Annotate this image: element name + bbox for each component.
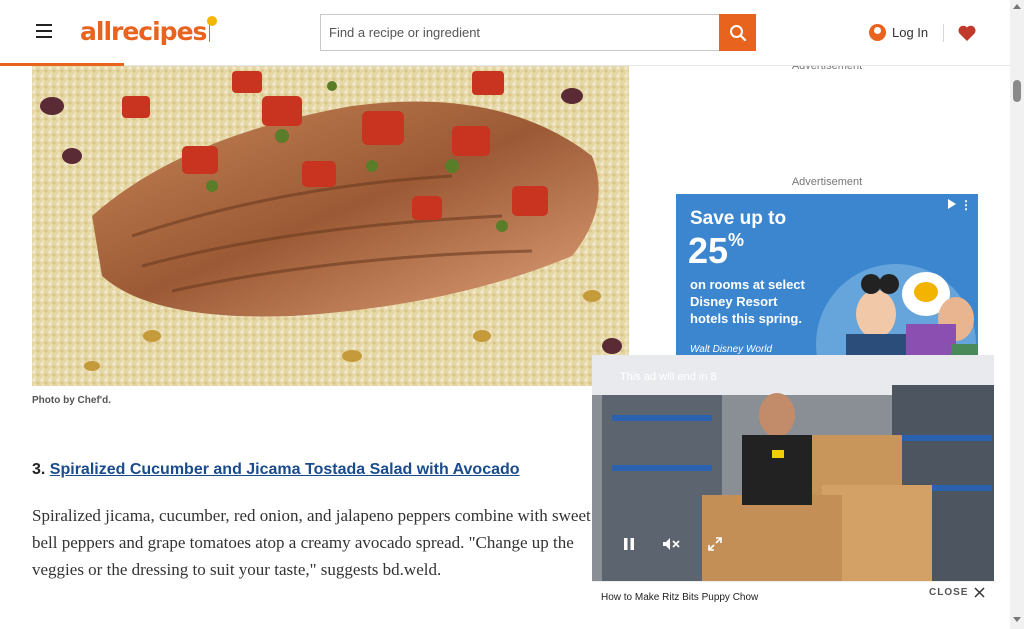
recipe-link[interactable]: Spiralized Cucumber and Jicama Tostada S…: [50, 461, 520, 478]
heart-icon: [958, 25, 976, 41]
favorites-button[interactable]: [955, 21, 979, 45]
close-video-button[interactable]: CLOSE: [929, 587, 985, 598]
salmon-couscous-image: [32, 66, 629, 386]
close-label: CLOSE: [929, 587, 969, 598]
ad-countdown: This ad will end in 8: [620, 371, 717, 383]
ad-body: on rooms at select Disney Resort hotels …: [690, 277, 805, 326]
photo-caption: Photo by Chef'd.: [32, 395, 112, 406]
user-icon: [869, 24, 886, 41]
video-frame: [592, 355, 994, 581]
ad-percent: 25%: [688, 230, 745, 271]
recipe-number: 3.: [32, 461, 46, 478]
recipe-photo: [32, 66, 629, 386]
menu-button[interactable]: [30, 17, 58, 45]
pause-icon: [624, 538, 634, 550]
ad-headline: Save up to: [690, 208, 787, 229]
mute-button[interactable]: [656, 533, 686, 555]
fullscreen-icon: [708, 537, 722, 551]
reading-progress-bar: [0, 63, 124, 66]
login-label: Log In: [892, 25, 929, 40]
site-header: allrecipes Log In: [0, 0, 1010, 66]
ad-brand: Walt Disney World: [690, 344, 773, 355]
fullscreen-button[interactable]: [700, 533, 730, 555]
scroll-up-arrow-icon[interactable]: [1013, 4, 1021, 9]
page-scrollbar[interactable]: [1010, 0, 1024, 629]
search-button[interactable]: [719, 14, 756, 51]
search-icon: [729, 24, 746, 41]
login-button[interactable]: Log In: [869, 20, 928, 45]
floating-video-player[interactable]: This ad will end in 8: [592, 355, 994, 581]
close-icon: [974, 587, 985, 598]
pause-button[interactable]: [614, 533, 644, 555]
ad-label-mid: Advertisement: [791, 176, 863, 188]
recipe-description: Spiralized jicama, cucumber, red onion, …: [32, 506, 591, 579]
ad-more-options-icon[interactable]: ⋮: [960, 198, 972, 212]
scroll-down-arrow-icon[interactable]: [1013, 617, 1021, 622]
adchoices-icon[interactable]: [946, 198, 958, 210]
allrecipes-logo[interactable]: allrecipes: [80, 14, 215, 48]
search-input[interactable]: [320, 14, 720, 51]
logo-text: allrecipes: [80, 16, 207, 46]
logo-mark-icon: [208, 16, 215, 42]
menu-icon: [36, 24, 52, 26]
video-title: How to Make Ritz Bits Puppy Chow: [601, 592, 759, 603]
recipe-heading: 3. Spiralized Cucumber and Jicama Tostad…: [32, 461, 520, 479]
header-divider: [943, 24, 944, 42]
scroll-thumb[interactable]: [1013, 80, 1021, 102]
mute-icon: [663, 538, 680, 550]
